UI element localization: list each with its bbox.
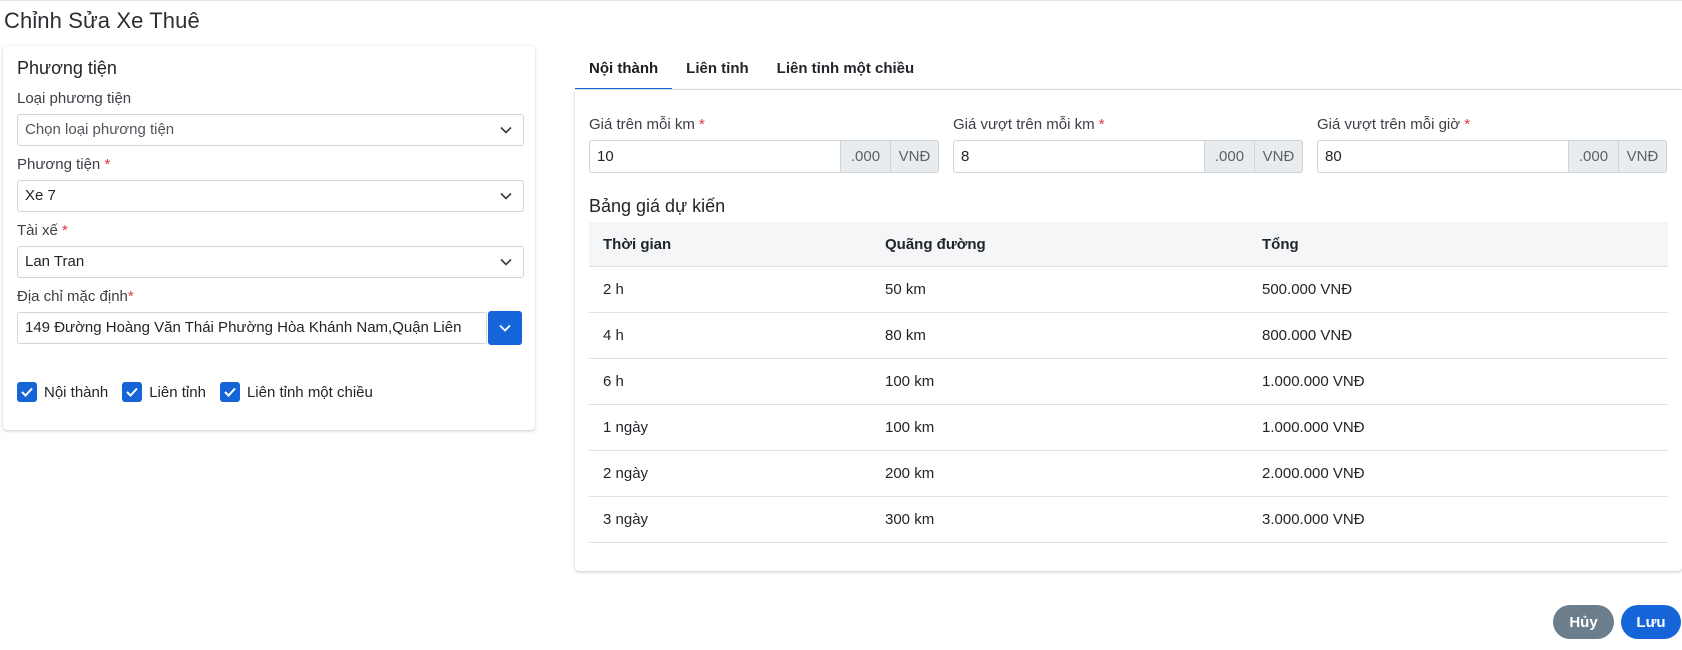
- cell-distance: 300 km: [885, 511, 935, 528]
- save-button[interactable]: Lưu: [1621, 605, 1681, 639]
- checkbox-label: Liên tỉnh: [149, 383, 206, 401]
- tab-lien-tinh[interactable]: Liên tỉnh: [672, 52, 763, 90]
- currency-suffix: VNĐ: [1619, 140, 1667, 173]
- chevron-down-icon: [500, 258, 512, 266]
- over-price-per-km-label: Giá vượt trên mỗi km *: [953, 116, 1105, 133]
- cell-total: 3.000.000 VNĐ: [1262, 511, 1365, 528]
- table-header: Thời gian Quãng đường Tổng: [589, 222, 1668, 267]
- top-divider: [0, 0, 1682, 1]
- table-row: 1 ngày 100 km 1.000.000 VNĐ: [589, 405, 1668, 451]
- cancel-button[interactable]: Hủy: [1553, 605, 1614, 639]
- table-row: 6 h 100 km 1.000.000 VNĐ: [589, 359, 1668, 405]
- vehicle-type-label: Loại phương tiện: [17, 90, 132, 107]
- vehicle-card-title: Phương tiện: [17, 58, 117, 78]
- checkbox-label: Nội thành: [44, 383, 109, 401]
- over-price-per-hour-input[interactable]: 80: [1317, 140, 1569, 173]
- page-title: Chỉnh Sửa Xe Thuê: [4, 8, 200, 33]
- address-dropdown-button[interactable]: [488, 311, 522, 345]
- cell-distance: 200 km: [885, 465, 935, 482]
- cell-total: 1.000.000 VNĐ: [1262, 373, 1365, 390]
- checkbox-lien-tinh-mot-chieu[interactable]: Liên tỉnh một chiều: [219, 382, 373, 402]
- cell-time: 6 h: [603, 373, 624, 390]
- address-input[interactable]: 149 Đường Hoàng Văn Thái Phường Hòa Khán…: [17, 312, 487, 344]
- service-checkboxes: Nội thành Liên tỉnh Liên tỉnh một chiều: [17, 382, 387, 402]
- cell-time: 4 h: [603, 327, 624, 344]
- cell-total: 500.000 VNĐ: [1262, 281, 1353, 298]
- vehicle-card: Phương tiện Loại phương tiện Chọn loại p…: [3, 46, 535, 430]
- currency-suffix: VNĐ: [1255, 140, 1303, 173]
- pricing-card: Giá trên mỗi km * 10 .000 VNĐ Giá vượt t…: [575, 90, 1682, 571]
- checkbox-noi-thanh[interactable]: Nội thành: [17, 382, 108, 402]
- cell-distance: 80 km: [885, 327, 926, 344]
- checkbox-lien-tinh[interactable]: Liên tỉnh: [122, 382, 206, 402]
- pricing-tabs: Nội thành Liên tỉnh Liên tỉnh một chiều: [575, 52, 928, 90]
- chevron-down-icon: [500, 126, 512, 134]
- cell-time: 3 ngày: [603, 511, 649, 528]
- checkbox-checked-icon[interactable]: [122, 382, 143, 402]
- cell-distance: 100 km: [885, 419, 935, 436]
- over-price-per-km-input[interactable]: 8: [953, 140, 1205, 173]
- cell-time: 2 ngày: [603, 465, 649, 482]
- tab-lien-tinh-mot-chieu[interactable]: Liên tỉnh một chiều: [763, 52, 929, 90]
- checkbox-label: Liên tỉnh một chiều: [246, 383, 373, 401]
- vehicle-label: Phương tiện *: [17, 156, 111, 173]
- over-price-per-hour-group: Giá vượt trên mỗi giờ * 80 .000 VNĐ: [1317, 116, 1667, 173]
- column-header-total: Tổng: [1262, 235, 1299, 253]
- vehicle-type-select[interactable]: Chọn loại phương tiện: [17, 114, 524, 146]
- table-row: 2 h 50 km 500.000 VNĐ: [589, 267, 1668, 313]
- checkbox-checked-icon[interactable]: [17, 382, 37, 402]
- driver-label: Tài xế *: [17, 222, 68, 239]
- chevron-down-icon: [500, 192, 512, 200]
- estimate-table: Thời gian Quãng đường Tổng 2 h 50 km 500…: [589, 222, 1668, 543]
- currency-suffix: VNĐ: [891, 140, 939, 173]
- thousand-suffix: .000: [1569, 140, 1619, 173]
- chevron-down-icon: [499, 324, 511, 332]
- tab-noi-thanh[interactable]: Nội thành: [575, 52, 673, 90]
- column-header-distance: Quãng đường: [885, 235, 986, 253]
- driver-select[interactable]: Lan Tran: [17, 246, 524, 278]
- price-per-km-group: Giá trên mỗi km * 10 .000 VNĐ: [589, 116, 939, 173]
- table-row: 2 ngày 200 km 2.000.000 VNĐ: [589, 451, 1668, 497]
- table-row: 3 ngày 300 km 3.000.000 VNĐ: [589, 497, 1668, 543]
- over-price-per-hour-label: Giá vượt trên mỗi giờ *: [1317, 116, 1471, 133]
- cell-distance: 50 km: [885, 281, 926, 298]
- estimate-table-title: Bảng giá dự kiến: [589, 196, 726, 216]
- thousand-suffix: .000: [1205, 140, 1255, 173]
- cell-time: 1 ngày: [603, 419, 649, 436]
- cell-time: 2 h: [603, 281, 624, 298]
- cell-total: 2.000.000 VNĐ: [1262, 465, 1365, 482]
- address-label: Địa chỉ mặc định*: [17, 288, 134, 305]
- table-row: 4 h 80 km 800.000 VNĐ: [589, 313, 1668, 359]
- cell-total: 1.000.000 VNĐ: [1262, 419, 1365, 436]
- cell-distance: 100 km: [885, 373, 935, 390]
- cell-total: 800.000 VNĐ: [1262, 327, 1353, 344]
- thousand-suffix: .000: [841, 140, 891, 173]
- vehicle-select[interactable]: Xe 7: [17, 180, 524, 212]
- checkbox-checked-icon[interactable]: [219, 382, 240, 402]
- over-price-per-km-group: Giá vượt trên mỗi km * 8 .000 VNĐ: [953, 116, 1303, 173]
- column-header-time: Thời gian: [603, 235, 672, 253]
- price-per-km-label: Giá trên mỗi km *: [589, 116, 705, 133]
- price-per-km-input[interactable]: 10: [589, 140, 841, 173]
